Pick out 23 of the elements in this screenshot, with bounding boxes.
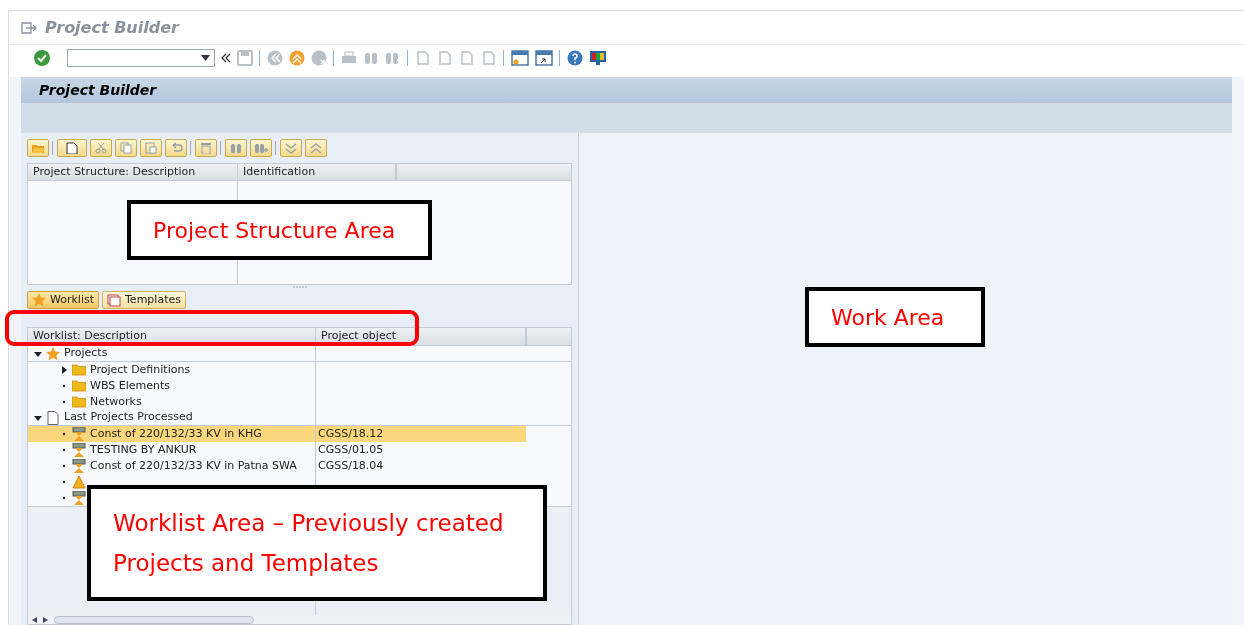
tree-row[interactable]: Const of 220/132/33 KV in KHG CGSS/18.12 xyxy=(28,426,526,442)
column-header[interactable]: Worklist: Description xyxy=(28,328,316,345)
tree-node-label[interactable]: Projects xyxy=(64,345,108,362)
worklist-tab[interactable]: Worklist xyxy=(27,291,99,309)
column-header[interactable]: Project Structure: Description xyxy=(28,164,238,180)
tree-node-label[interactable]: Networks xyxy=(90,393,142,411)
tree-node-label[interactable]: Const of 220/132/33 KV in Patna SWA xyxy=(90,457,297,475)
tree-node-label[interactable]: TESTING BY ANKUR xyxy=(90,441,197,459)
window-title: Project Builder xyxy=(45,16,179,39)
annotation-tooltip: Project Structure Area xyxy=(127,200,432,260)
tree-node-label[interactable]: WBS Elements xyxy=(90,377,170,395)
tree-node-label[interactable]: Const of 220/132/33 KV in KHG xyxy=(90,425,262,443)
annotation-tooltip: Work Area xyxy=(805,287,985,347)
table-cell-text: CGSS/18.04 xyxy=(318,457,384,474)
table-cell-text: CGSS/01.05 xyxy=(318,441,384,458)
column-header[interactable]: Project object xyxy=(316,328,526,345)
screen-title: Project Builder xyxy=(39,80,157,100)
tree-node-label[interactable]: Last Projects Processed xyxy=(64,409,193,426)
table-cell-text: CGSS/18.12 xyxy=(318,425,384,442)
worklist-tab[interactable]: Templates xyxy=(102,291,186,309)
column-header[interactable]: Identification xyxy=(238,164,396,180)
annotation-tooltip: Worklist Area – Previously created Projects and Templates xyxy=(87,485,547,601)
tree-node-label[interactable]: Project Definitions xyxy=(90,361,191,379)
